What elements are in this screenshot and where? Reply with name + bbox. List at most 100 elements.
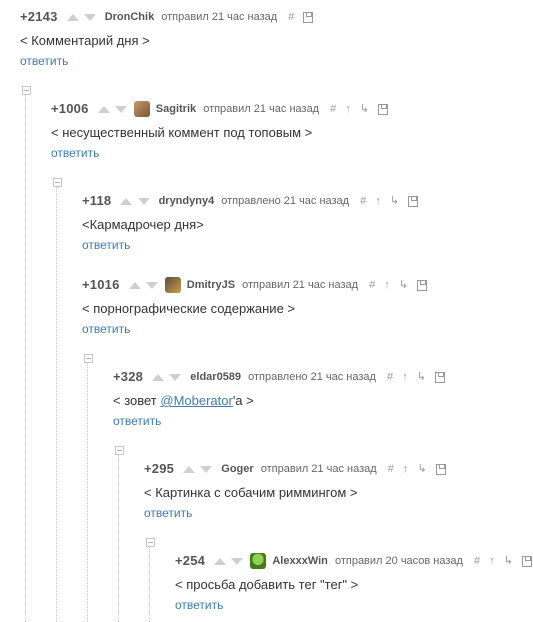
reply-link[interactable]: ответить	[20, 54, 68, 68]
parent-comment-icon[interactable]: ↑	[345, 100, 351, 118]
collapse-toggle[interactable]	[115, 446, 124, 455]
comment-header: +1006 Sagitrik отправил 21 час назад # ↑…	[51, 100, 389, 118]
link-icon[interactable]: #	[388, 460, 394, 478]
floppy-icon[interactable]	[408, 195, 419, 207]
comment: +118 dryndyny4 отправлено 21 час назад #…	[82, 192, 419, 254]
link-icon[interactable]: #	[369, 276, 375, 294]
comment-rating: +254	[175, 553, 206, 569]
downvote-icon[interactable]	[83, 13, 96, 21]
comment: +254 AlexxxWin отправил 20 часов назад #…	[175, 552, 533, 614]
comment-time: отправлено 21 час назад	[221, 195, 350, 208]
comment-text: <Кармадрочер дня>	[82, 217, 204, 232]
comment-rating: +1016	[82, 277, 120, 293]
comment-text: < порнографические содержание >	[82, 301, 296, 316]
downvote-icon[interactable]	[145, 281, 158, 289]
floppy-icon[interactable]	[378, 103, 389, 115]
reply-link[interactable]: ответить	[82, 238, 130, 252]
thread-line	[118, 454, 119, 622]
thread-line	[25, 94, 26, 622]
downvote-icon[interactable]	[169, 373, 182, 381]
thread-icon[interactable]: ↳	[417, 368, 426, 386]
link-icon[interactable]: #	[330, 100, 336, 118]
collapse-toggle[interactable]	[53, 178, 62, 187]
comment-rating: +118	[82, 193, 112, 209]
comment-author[interactable]: Sagitrik	[156, 100, 196, 118]
reply-link[interactable]: ответить	[51, 146, 99, 160]
reply-link[interactable]: ответить	[82, 322, 130, 336]
comment-time: отправил 21 час назад	[161, 11, 278, 24]
comment-author[interactable]: Goger	[221, 460, 253, 478]
thread-icon[interactable]: ↳	[504, 552, 513, 570]
comment: +328 eldar0589 отправлено 21 час назад #…	[113, 368, 446, 430]
floppy-icon[interactable]	[522, 555, 533, 567]
collapse-toggle[interactable]	[22, 86, 31, 95]
comment-text: < Комментарий дня >	[20, 33, 150, 48]
comment-text-after: 'а >	[232, 393, 254, 408]
link-icon[interactable]: #	[474, 552, 480, 570]
parent-comment-icon[interactable]: ↑	[489, 552, 495, 570]
comment-time: отправлено 21 час назад	[248, 371, 376, 384]
comment-header: +295 Goger отправил 21 час назад # ↑ ↳	[144, 460, 446, 478]
thread-icon[interactable]: ↳	[417, 460, 426, 478]
thread-icon[interactable]: ↳	[360, 100, 369, 118]
downvote-icon[interactable]	[137, 197, 150, 205]
comment-rating: +328	[113, 369, 144, 385]
thread-icon[interactable]: ↳	[390, 192, 399, 210]
floppy-icon[interactable]	[417, 279, 428, 291]
downvote-icon[interactable]	[231, 557, 244, 565]
comment-author[interactable]: dryndyny4	[159, 192, 215, 210]
comment: +295 Goger отправил 21 час назад # ↑ ↳ <…	[144, 460, 446, 522]
thread-icon[interactable]: ↳	[399, 276, 408, 294]
floppy-icon[interactable]	[435, 463, 446, 475]
reply-link[interactable]: ответить	[113, 414, 161, 428]
comment-text: < Картинка с собачим риммингом >	[144, 485, 358, 500]
upvote-icon[interactable]	[97, 105, 110, 113]
upvote-icon[interactable]	[214, 557, 227, 565]
link-icon[interactable]: #	[288, 8, 294, 26]
thread-line	[87, 362, 88, 622]
downvote-icon[interactable]	[114, 105, 127, 113]
comment: +2143 DronChik отправил 21 час назад # <…	[20, 8, 314, 70]
avatar[interactable]	[164, 277, 181, 294]
comment-header: +118 dryndyny4 отправлено 21 час назад #…	[82, 192, 419, 210]
comment-author[interactable]: eldar0589	[190, 368, 241, 386]
parent-comment-icon[interactable]: ↑	[384, 276, 390, 294]
thread-line	[149, 546, 150, 622]
avatar[interactable]	[133, 101, 150, 118]
upvote-icon[interactable]	[183, 465, 196, 473]
comment-header: +2143 DronChik отправил 21 час назад #	[20, 8, 314, 26]
comment-rating: +295	[144, 461, 175, 477]
parent-comment-icon[interactable]: ↑	[402, 368, 408, 386]
comment-time: отправил 21 час назад	[260, 463, 377, 476]
comment-time: отправил 21 час назад	[242, 279, 359, 292]
collapse-toggle[interactable]	[146, 538, 155, 547]
comment-text: < просьба добавить тег "тег" >	[175, 577, 359, 592]
reply-link[interactable]: ответить	[175, 598, 223, 612]
parent-comment-icon[interactable]: ↑	[403, 460, 409, 478]
upvote-icon[interactable]	[66, 13, 79, 21]
reply-link[interactable]: ответить	[144, 506, 192, 520]
floppy-icon[interactable]	[303, 11, 314, 23]
comment-author[interactable]: AlexxxWin	[272, 552, 328, 570]
user-mention-link[interactable]: @Moberator	[160, 393, 232, 408]
comment-header: +1016 DmitryJS отправил 21 час назад # ↑…	[82, 276, 428, 294]
avatar[interactable]	[250, 553, 267, 570]
upvote-icon[interactable]	[152, 373, 165, 381]
collapse-toggle[interactable]	[84, 354, 93, 363]
comment-rating: +2143	[20, 9, 58, 25]
link-icon[interactable]: #	[387, 368, 393, 386]
upvote-icon[interactable]	[120, 197, 133, 205]
comment-time: отправил 21 час назад	[203, 103, 320, 116]
floppy-icon[interactable]	[435, 371, 446, 383]
upvote-icon[interactable]	[128, 281, 141, 289]
comment-text-before: < зовет	[113, 393, 161, 408]
comment-author[interactable]: DmitryJS	[187, 276, 235, 294]
downvote-icon[interactable]	[200, 465, 213, 473]
thread-line	[56, 186, 57, 622]
comment-header: +328 eldar0589 отправлено 21 час назад #…	[113, 368, 446, 386]
parent-comment-icon[interactable]: ↑	[375, 192, 381, 210]
comment-author[interactable]: DronChik	[105, 8, 155, 26]
comment-text: < зовет @Moberator'а >	[113, 392, 445, 410]
comment: +1006 Sagitrik отправил 21 час назад # ↑…	[51, 100, 389, 162]
link-icon[interactable]: #	[360, 192, 366, 210]
